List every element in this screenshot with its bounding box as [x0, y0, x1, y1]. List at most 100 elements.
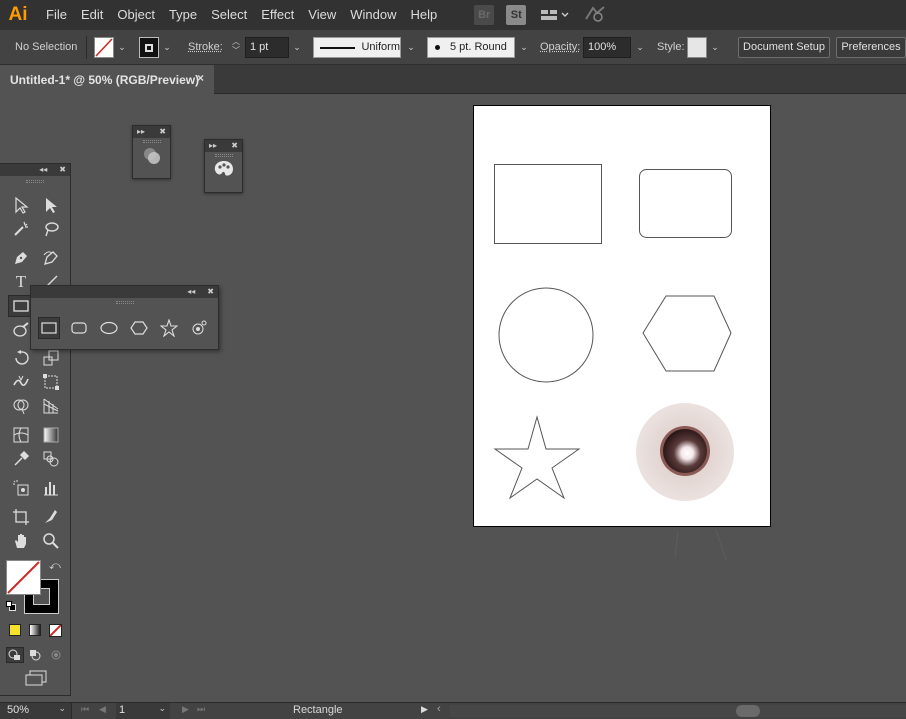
preferences-button[interactable]: Preferences [836, 37, 906, 58]
stroke-swatch[interactable] [139, 37, 159, 58]
collapse-icon[interactable]: ◂◂ [187, 286, 195, 298]
perspective-grid-tool[interactable] [38, 395, 64, 417]
stock-button[interactable]: St [506, 5, 527, 25]
close-icon[interactable]: ✖ [59, 164, 66, 176]
artboard-dropdown-icon[interactable]: ⌄ [158, 703, 166, 714]
gradient-mode-button[interactable] [29, 624, 41, 636]
variable-width-profile[interactable]: Uniform [313, 37, 401, 58]
horizontal-scroll-thumb[interactable] [736, 705, 760, 717]
width-tool[interactable] [8, 371, 34, 393]
brush-definition[interactable]: 5 pt. Round [427, 37, 515, 58]
close-icon[interactable]: ✖ [207, 286, 214, 298]
slice-tool[interactable] [38, 506, 64, 528]
artboard-tool[interactable] [8, 506, 34, 528]
pen-tool[interactable] [8, 247, 34, 269]
palette-icon[interactable] [205, 159, 242, 179]
flyout-rectangle-tool[interactable] [38, 317, 60, 339]
stroke-weight-input[interactable]: 1 pt [245, 37, 289, 58]
flyout-polygon-tool[interactable] [128, 317, 150, 339]
menu-window[interactable]: Window [343, 0, 403, 30]
free-transform-tool[interactable] [38, 371, 64, 393]
color-guide-mini-panel[interactable]: ▸▸ ✖ [204, 139, 243, 193]
color-mode-button[interactable] [9, 624, 21, 636]
menu-help[interactable]: Help [403, 0, 444, 30]
artboard[interactable] [473, 105, 771, 527]
previous-artboard-icon[interactable]: ◀ [99, 704, 106, 715]
eyedropper-tool[interactable] [8, 448, 34, 470]
stroke-weight-stepper[interactable]: ︿ ﹀ [228, 37, 244, 58]
hand-tool[interactable] [8, 530, 34, 552]
star-shape[interactable] [493, 415, 581, 500]
symbol-sprayer-tool[interactable] [8, 477, 34, 499]
gradient-tool[interactable] [38, 424, 64, 446]
document-setup-button[interactable]: Document Setup [738, 37, 830, 58]
transparency-icon[interactable] [133, 145, 170, 167]
draw-behind-icon[interactable] [28, 648, 44, 665]
hexagon-shape[interactable] [642, 295, 732, 372]
menu-select[interactable]: Select [204, 0, 254, 30]
opacity-dropdown-icon[interactable]: ⌄ [634, 37, 646, 58]
transparency-mini-panel[interactable]: ▸▸ ✖ [132, 125, 171, 179]
close-icon[interactable]: ✖ [159, 126, 166, 138]
expand-icon[interactable]: ▸▸ [137, 126, 145, 138]
default-fill-stroke-icon[interactable] [6, 601, 16, 611]
next-artboard-icon[interactable]: ▶ [182, 704, 189, 715]
artboard-number-field[interactable]: 1 ⌄ [116, 703, 170, 719]
selection-tool[interactable] [8, 194, 34, 216]
style-dropdown-icon[interactable]: ⌄ [709, 37, 721, 58]
fill-color-box[interactable] [6, 560, 41, 595]
draw-inside-icon[interactable] [49, 648, 65, 665]
workspace-layout-icon[interactable] [540, 8, 570, 22]
zoom-dropdown-icon[interactable]: ⌄ [58, 703, 66, 714]
rotate-tool[interactable] [8, 347, 34, 369]
flyout-rounded-rectangle-tool[interactable] [68, 317, 90, 339]
menu-effect[interactable]: Effect [254, 0, 301, 30]
close-icon[interactable]: ✖ [231, 140, 238, 152]
opacity-label[interactable]: Opacity: [540, 37, 580, 58]
menu-file[interactable]: File [36, 0, 74, 30]
flyout-star-tool[interactable] [158, 317, 180, 339]
change-screen-mode-icon[interactable] [24, 670, 48, 689]
fill-dropdown-icon[interactable]: ⌄ [116, 37, 128, 58]
stroke-label[interactable]: Stroke: [188, 37, 223, 58]
lens-flare-shape[interactable] [636, 403, 734, 501]
rectangle-shape[interactable] [494, 164, 602, 244]
zoom-level-field[interactable]: 50% ⌄ [0, 703, 72, 719]
flyout-flare-tool[interactable] [188, 317, 210, 339]
expand-icon[interactable]: ▸▸ [209, 140, 217, 152]
flyout-ellipse-tool[interactable] [98, 317, 120, 339]
brush-dropdown-icon[interactable]: ⌄ [518, 37, 530, 58]
graphic-style-swatch[interactable] [687, 37, 707, 58]
menu-view[interactable]: View [301, 0, 343, 30]
none-mode-button[interactable] [49, 624, 62, 637]
zoom-tool[interactable] [38, 530, 64, 552]
gpu-performance-icon[interactable] [584, 5, 606, 26]
first-artboard-icon[interactable]: ⏮ [81, 704, 89, 715]
column-graph-tool[interactable] [38, 477, 64, 499]
menu-edit[interactable]: Edit [74, 0, 110, 30]
close-tab-icon[interactable]: × [197, 71, 204, 85]
bridge-button[interactable]: Br [474, 5, 495, 25]
document-tab[interactable]: Untitled-1* @ 50% (RGB/Preview) × [0, 65, 214, 94]
curvature-tool[interactable] [38, 247, 64, 269]
scale-tool[interactable] [38, 347, 64, 369]
horizontal-scrollbar[interactable] [450, 705, 906, 717]
menu-object[interactable]: Object [110, 0, 162, 30]
draw-normal-icon[interactable] [6, 647, 24, 663]
swap-fill-stroke-icon[interactable]: ⤺ [49, 560, 61, 573]
blend-tool[interactable] [38, 448, 64, 470]
last-artboard-icon[interactable]: ⏭ [197, 704, 205, 715]
collapse-icon[interactable]: ◂◂ [39, 164, 47, 176]
profile-dropdown-icon[interactable]: ⌄ [405, 37, 417, 58]
status-menu-icon[interactable]: ▶ [421, 704, 428, 715]
menu-type[interactable]: Type [162, 0, 204, 30]
opacity-input[interactable]: 100% [583, 37, 631, 58]
mesh-tool[interactable] [8, 424, 34, 446]
direct-selection-tool[interactable] [38, 194, 64, 216]
fill-none-swatch[interactable] [94, 37, 114, 58]
circle-shape[interactable] [498, 287, 594, 383]
stroke-weight-dropdown-icon[interactable]: ⌄ [291, 37, 303, 58]
stroke-dropdown-icon[interactable]: ⌄ [161, 37, 173, 58]
rounded-rectangle-shape[interactable] [639, 169, 732, 238]
shape-builder-tool[interactable] [8, 395, 34, 417]
